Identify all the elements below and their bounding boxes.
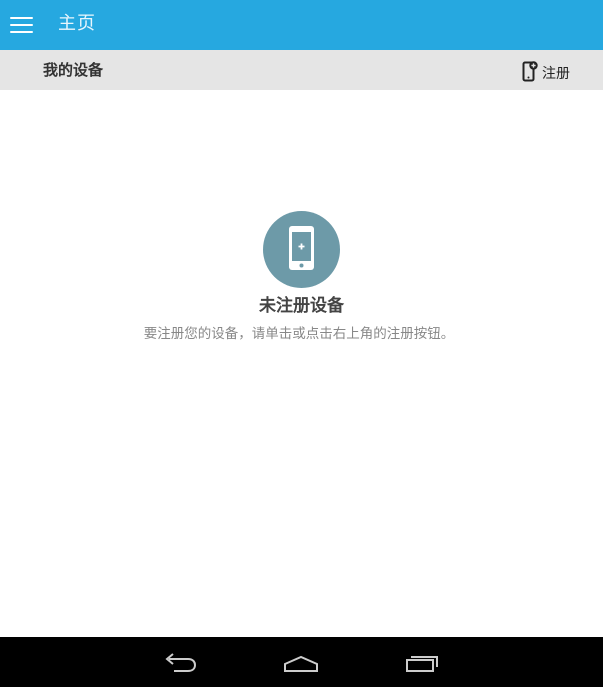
menu-line (10, 24, 33, 26)
devices-header: 我的设备 注册 (0, 50, 603, 90)
devices-section-title: 我的设备 (43, 61, 104, 79)
menu-line (10, 17, 33, 19)
app-bar: 主页 (0, 0, 603, 50)
phone-add-glyph (289, 226, 314, 270)
phone-add-icon (263, 211, 340, 288)
menu-line (10, 31, 33, 33)
empty-state-description: 要注册您的设备，请单击或点击右上角的注册按钮。 (143, 326, 455, 342)
back-icon[interactable] (160, 647, 200, 677)
add-device-icon (522, 61, 538, 82)
empty-state-title: 未注册设备 (259, 296, 344, 316)
app-window: 主页 我的设备 注册 未注册设备 要注册您的设备，请单击或点击右上角的注册按钮。 (0, 0, 603, 687)
hamburger-menu-icon[interactable] (5, 8, 39, 42)
recent-apps-glyph (406, 656, 438, 672)
page-title: 主页 (58, 13, 96, 34)
home-icon[interactable] (281, 647, 321, 677)
recent-apps-icon[interactable] (403, 647, 443, 677)
back-arrow-glyph (165, 653, 197, 672)
register-label: 注册 (542, 66, 570, 82)
home-glyph (284, 655, 318, 672)
system-navigation-bar (0, 637, 603, 687)
